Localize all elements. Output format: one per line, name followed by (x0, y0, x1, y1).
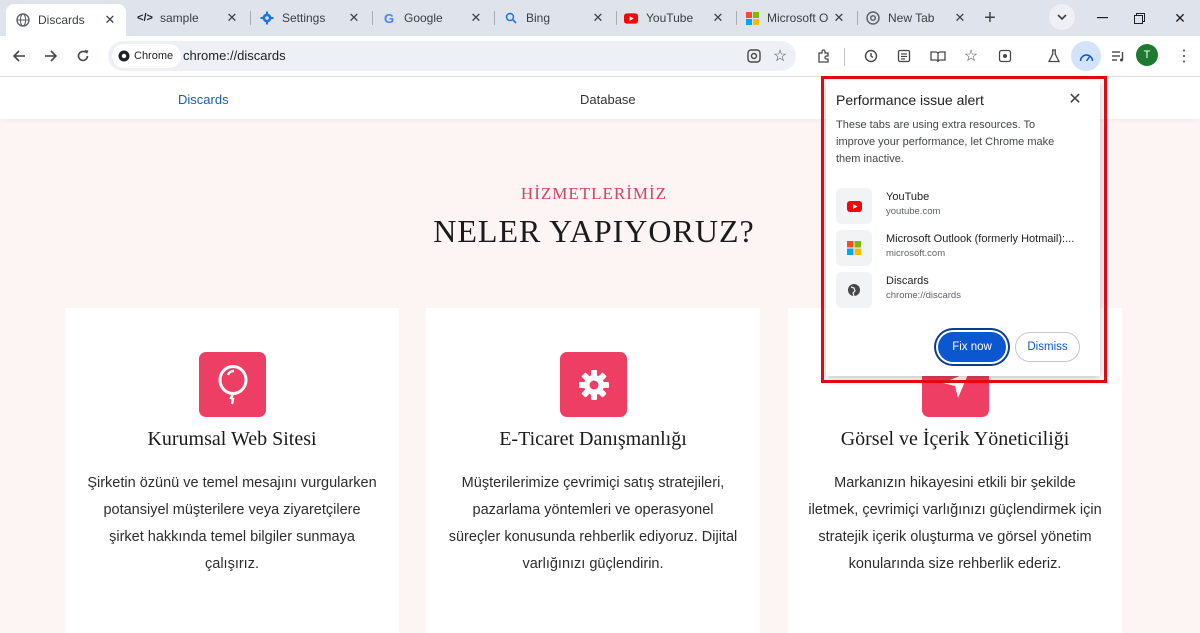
more-vert-icon: ⋮ (1176, 48, 1192, 65)
music-list-icon (1112, 51, 1124, 62)
browser-toolbar: Chrome chrome://discards ☆ ☆ T ⋮ (0, 36, 1200, 77)
puzzle-icon (817, 48, 829, 63)
tab-label: Settings (282, 11, 326, 25)
avatar: T (1143, 49, 1151, 61)
speedometer-icon (1079, 53, 1093, 61)
close-icon[interactable]: ✕ (952, 10, 968, 26)
tab-label: Discards (38, 13, 85, 27)
close-icon[interactable]: ✕ (346, 10, 362, 26)
close-icon[interactable]: ✕ (831, 10, 847, 26)
profile-avatar[interactable]: T (1136, 44, 1158, 66)
close-icon[interactable]: ✕ (224, 10, 240, 26)
gear-icon (260, 11, 274, 25)
tab-microsoft[interactable]: Microsoft O ✕ (735, 4, 855, 32)
chrome-icon (866, 11, 880, 25)
tab-label: Microsoft O (767, 11, 829, 25)
minimize-button[interactable] (1088, 4, 1116, 32)
lens-icon (747, 49, 761, 63)
tab-label: YouTube (646, 11, 694, 25)
tab-strip: Discards ✕ </> sample ✕ Settings ✕ G Goo… (0, 0, 1200, 36)
arrow-left-icon (12, 50, 25, 62)
history-icon (864, 49, 878, 63)
tab-label: Bing (526, 11, 551, 25)
tab-sample[interactable]: </> sample ✕ (128, 4, 248, 32)
close-icon[interactable]: ✕ (710, 10, 726, 26)
media-controls-button[interactable] (1104, 42, 1132, 70)
reading-list-button[interactable] (890, 42, 918, 70)
nav-link-database[interactable]: Database (580, 92, 636, 107)
chip-label: Chrome (134, 50, 174, 62)
tab-label: sample (160, 11, 199, 25)
chrome-icon (118, 50, 130, 62)
collections-icon (998, 49, 1012, 63)
service-card: Kurumsal Web Sitesi Şirketin özünü ve te… (65, 308, 399, 633)
arrow-right-icon (45, 50, 58, 62)
back-button[interactable] (5, 42, 33, 70)
close-icon[interactable]: ✕ (468, 10, 484, 26)
tab-label: New Tab (888, 11, 935, 25)
star-icon: ☆ (772, 48, 788, 65)
list-icon (897, 49, 911, 63)
collections-button[interactable] (991, 42, 1019, 70)
close-icon[interactable]: ✕ (590, 10, 606, 26)
card-title: E-Ticaret Danışmanlığı (499, 428, 687, 450)
restore-button[interactable] (1125, 4, 1153, 32)
gear-icon (560, 352, 627, 417)
search-icon (504, 11, 518, 25)
card-description: Müşterilerimize çevrimiçi satış strateji… (448, 475, 738, 572)
site-info-chip[interactable]: Chrome (112, 44, 182, 68)
tab-search-button[interactable] (1049, 4, 1075, 30)
card-title: Görsel ve İçerik Yöneticiliği (840, 428, 1070, 450)
toolbar-divider (844, 48, 845, 66)
google-lens-button[interactable] (740, 42, 768, 70)
card-description: Markanızın hikayesini etkili bir şekilde… (808, 475, 1102, 572)
url-text: chrome://discards (183, 48, 286, 63)
card-title: Kurumsal Web Sitesi (147, 428, 317, 450)
globe-icon (16, 13, 30, 27)
microsoft-icon (745, 11, 759, 25)
card-description: Şirketin özünü ve temel mesajını vurgula… (87, 475, 377, 572)
address-bar[interactable]: Chrome chrome://discards ☆ (108, 41, 796, 71)
tab-settings[interactable]: Settings ✕ (250, 4, 370, 32)
chevron-down-icon (1057, 13, 1067, 20)
code-icon: </> (137, 12, 153, 24)
tab-bing[interactable]: Bing ✕ (494, 4, 614, 32)
history-button[interactable] (857, 42, 885, 70)
tab-new-tab[interactable]: New Tab ✕ (856, 4, 976, 32)
highlight-frame (821, 76, 1107, 383)
flask-icon (1047, 49, 1061, 63)
book-icon (930, 50, 946, 62)
tab-label: Google (404, 11, 443, 25)
labs-button[interactable] (1040, 42, 1068, 70)
forward-button[interactable] (37, 42, 65, 70)
nav-link-discards[interactable]: Discards (178, 92, 229, 107)
balloon-icon (199, 352, 266, 417)
bookmark-star-button[interactable]: ☆ (766, 42, 794, 70)
service-card: E-Ticaret Danışmanlığı Müşterilerimize ç… (426, 308, 760, 633)
reload-button[interactable] (69, 42, 97, 70)
new-tab-button[interactable]: + (976, 4, 1004, 32)
tab-youtube[interactable]: YouTube ✕ (614, 4, 734, 32)
google-icon: G (383, 10, 395, 26)
star-list-icon: ☆ (963, 48, 979, 65)
close-icon[interactable]: ✕ (102, 12, 118, 28)
youtube-icon (624, 11, 638, 25)
reload-icon (77, 50, 89, 62)
close-window-button[interactable]: ✕ (1166, 4, 1194, 32)
performance-button[interactable] (1071, 41, 1101, 71)
favorites-button[interactable]: ☆ (957, 42, 985, 70)
tab-discards[interactable]: Discards ✕ (6, 4, 126, 36)
extensions-button[interactable] (810, 42, 838, 70)
menu-button[interactable]: ⋮ (1170, 42, 1198, 70)
tab-google[interactable]: G Google ✕ (372, 4, 492, 32)
reading-mode-button[interactable] (924, 42, 952, 70)
